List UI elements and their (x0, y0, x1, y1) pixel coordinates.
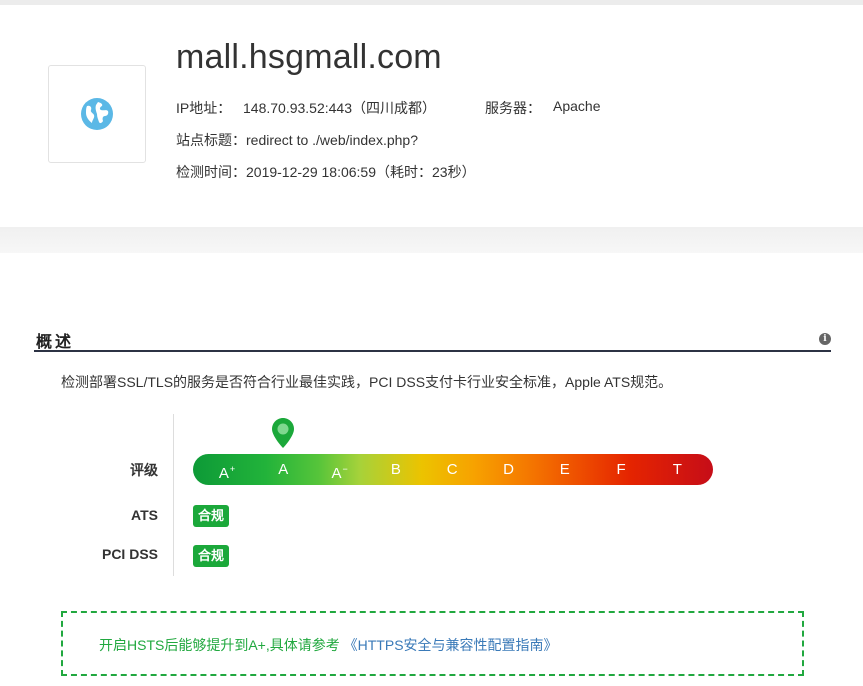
globe-icon (81, 98, 113, 130)
grade-letter-base: A (331, 465, 342, 482)
grade-letter-base: C (446, 461, 458, 478)
hsts-tip-text: 开启HSTS后能够提升到A+,具体请参考 《HTTPS安全与兼容性配置指南》 (99, 635, 558, 655)
info-icon[interactable]: i (819, 333, 831, 345)
grade-letter-5: D (503, 454, 514, 485)
grade-letter-base: F (616, 461, 626, 478)
grade-letter-modifier: − (342, 464, 348, 474)
grade-letter-3: B (391, 454, 401, 485)
pci-dss-status-badge: 合规 (193, 545, 230, 567)
grade-marker-pin-icon (272, 418, 295, 448)
grade-letter-1: A (278, 454, 288, 485)
ip-row: IP地址： 148.70.93.52:443（四川成都） 服务器： Apache (176, 98, 600, 118)
ats-label: ATS (131, 507, 158, 523)
grade-letter-8: T (673, 454, 682, 485)
section-divider (34, 350, 831, 352)
grade-label: 评级 (130, 462, 158, 478)
ats-status-badge: 合规 (193, 505, 230, 527)
check-time-value: 2019-12-29 18:06:59（耗时：23秒） (246, 164, 476, 180)
site-title-label: 站点标题： (176, 132, 246, 148)
grade-letter-base: A (278, 461, 289, 478)
hsts-tip-message: 开启HSTS后能够提升到A+,具体请参考 (99, 637, 340, 653)
grade-letter-base: B (390, 461, 401, 478)
site-title-value: redirect to ./web/index.php? (246, 132, 418, 148)
https-guide-link[interactable]: 《HTTPS安全与兼容性配置指南》 (344, 637, 558, 653)
check-time-label: 检测时间： (176, 164, 246, 180)
grade-letter-base: T (672, 461, 682, 478)
grade-letter-base: A (218, 465, 229, 482)
section-gap (0, 227, 863, 253)
ip-value: 148.70.93.52:443（四川成都） (243, 100, 436, 116)
site-favicon (48, 65, 146, 163)
pci-dss-label: PCI DSS (101, 546, 158, 562)
grade-letter-modifier: + (229, 464, 236, 474)
grade-scale-bar: A+ A A− B C D E F T (193, 454, 713, 485)
rating-divider (173, 414, 174, 576)
server-label: 服务器： (485, 100, 541, 116)
grade-letter-2: A− (331, 454, 347, 485)
domain-title: mall.hsgmall.com (176, 38, 442, 76)
server-value: Apache (553, 98, 601, 114)
site-title-row: 站点标题：redirect to ./web/index.php? (176, 130, 418, 150)
grade-letter-6: E (560, 454, 570, 485)
grade-letter-4: C (447, 454, 458, 485)
grade-letter-7: F (617, 454, 626, 485)
overview-description: 检测部署SSL/TLS的服务是否符合行业最佳实践，PCI DSS支付卡行业安全标… (61, 374, 673, 390)
ip-label: IP地址： (176, 100, 232, 116)
hsts-tip-box: 开启HSTS后能够提升到A+,具体请参考 《HTTPS安全与兼容性配置指南》 (61, 611, 804, 676)
check-time-row: 检测时间：2019-12-29 18:06:59（耗时：23秒） (176, 162, 476, 182)
grade-letter-0: A+ (219, 454, 235, 485)
grade-letter-base: D (503, 461, 514, 478)
grade-letter-base: E (559, 461, 570, 478)
overview-title: 概述 (36, 334, 75, 351)
